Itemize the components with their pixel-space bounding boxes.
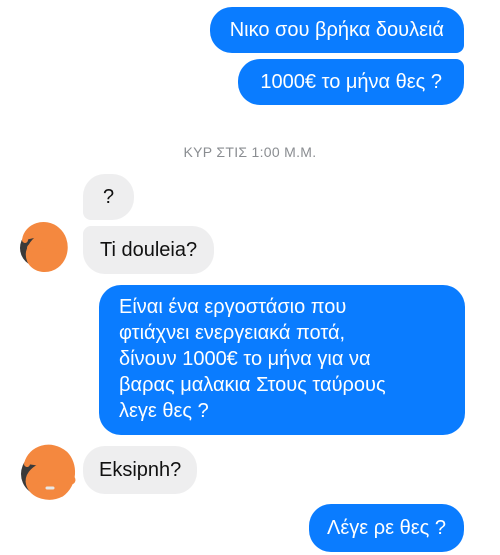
message-text: 1000€ το μήνα θες ? — [260, 71, 442, 93]
message-text: Eksipnh? — [99, 459, 182, 481]
outgoing-message-bubble[interactable]: Είναι ένα εργοστάσιο που φτιάχνει ενεργε… — [99, 285, 465, 435]
message-line: φτιάχνει ενεργειακά ποτά, — [119, 322, 346, 344]
incoming-message-bubble[interactable]: Ti douleia? — [83, 226, 215, 274]
message-line: δίνουν 1000€ το μήνα για να — [119, 348, 371, 370]
outgoing-message-bubble[interactable]: Νικο σου βρήκα δουλειά — [209, 7, 464, 53]
contact-avatar-icon[interactable] — [17, 218, 68, 272]
message-line: Είναι ένα εργοστάσιο που — [119, 296, 347, 318]
avatar-scribble — [28, 470, 76, 485]
outgoing-message-bubble[interactable]: Λέγε ρε θες ? — [309, 504, 464, 552]
message-text: Ti douleia? — [100, 239, 198, 261]
message-line: βαρας μαλακια Στους ταύρους — [119, 374, 386, 396]
message-text: Νικο σου βρήκα δουλειά — [229, 19, 444, 41]
message-text: Λέγε ρε θες ? — [327, 517, 446, 539]
incoming-message-bubble[interactable]: Eksipnh? — [83, 446, 198, 494]
outgoing-message-bubble[interactable]: 1000€ το μήνα θες ? — [238, 59, 464, 105]
message-line: λεγε θες ? — [119, 400, 209, 422]
incoming-message-bubble[interactable]: ? — [83, 174, 135, 220]
timestamp-divider: ΚΥΡ ΣΤΙΣ 1:00 Μ.Μ. — [183, 144, 317, 160]
contact-avatar-icon[interactable] — [17, 440, 77, 500]
message-text: ? — [103, 186, 115, 208]
